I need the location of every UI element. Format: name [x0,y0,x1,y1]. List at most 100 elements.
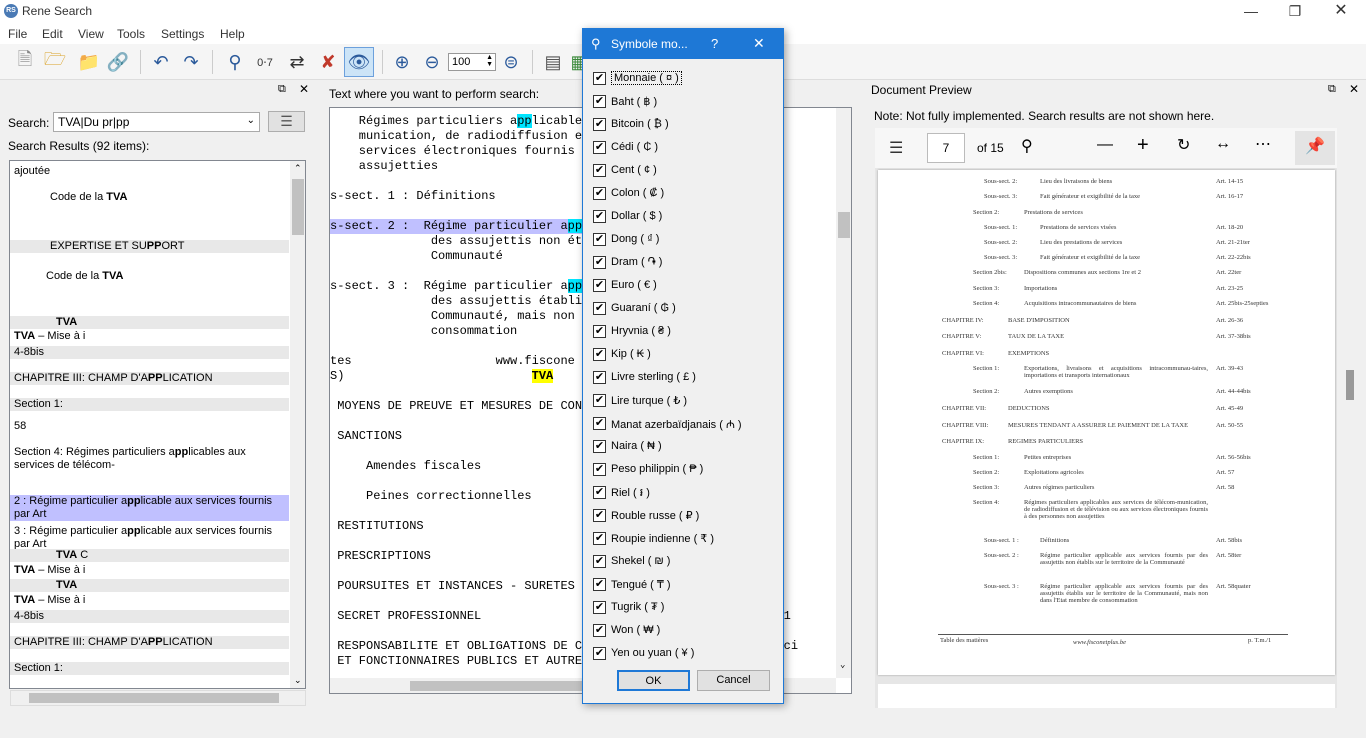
close-window-icon[interactable]: ✕ [1318,0,1364,24]
result-item[interactable]: TVA – Mise à i [10,594,289,607]
link-icon[interactable]: 🔗 [105,49,131,75]
result-item[interactable]: 4-8bis [10,610,289,623]
menu-tools[interactable]: Tools [117,27,145,41]
zoom-out-icon[interactable]: ⊖ [419,49,445,75]
check-icon[interactable]: ✔ [593,95,606,108]
wrap-icon[interactable]: ⇄ [284,49,310,75]
text-scrollbar[interactable]: ⌄ [836,108,851,678]
redo-icon[interactable]: ↷ [178,49,204,75]
check-icon[interactable]: ✔ [593,187,606,200]
close-pane-icon[interactable]: ✕ [1349,82,1359,96]
currency-checkbox[interactable]: ✔ Monnaie ( ¤ ) [593,70,783,88]
zoom-in-icon[interactable]: + [1137,134,1149,157]
result-item[interactable]: TVA [10,579,289,592]
new-file-icon[interactable]: 🗎 [12,49,38,75]
check-icon[interactable]: ✔ [593,440,606,453]
currency-checkbox[interactable]: ✔ Colon ( ₡ ) [593,185,783,203]
cancel-button[interactable]: Cancel [697,670,770,691]
check-icon[interactable]: ✔ [593,624,606,637]
currency-checkbox[interactable]: ✔ Tengué ( ₸ ) [593,576,783,594]
result-item[interactable]: Section 1: [10,662,289,675]
find-icon[interactable]: ⚲ [222,49,248,75]
close-pane-icon[interactable]: ✕ [299,82,309,96]
spinner-icon[interactable]: ▲ ▼ [486,54,493,68]
currency-checkbox[interactable]: ✔ Won ( ₩ ) [593,622,783,640]
search-options-button[interactable]: ☰ [268,111,305,132]
currency-checkbox[interactable]: ✔ Naira ( ₦ ) [593,438,783,456]
result-item[interactable]: TVA – Mise à i [10,330,289,343]
check-icon[interactable]: ✔ [593,578,606,591]
menu-help[interactable]: Help [220,27,245,41]
zoom-out-icon[interactable]: — [1097,136,1113,154]
check-icon[interactable]: ✔ [593,555,606,568]
search-input[interactable]: TVA|Du pr|pp ⌄ [53,112,260,132]
close-icon[interactable]: ✕ [753,35,765,52]
scroll-thumb[interactable] [838,212,850,238]
result-item[interactable]: EXPERTISE ET SUPPORT [10,240,289,253]
currency-checkbox[interactable]: ✔ Dong ( ₫ ) [593,231,783,249]
check-icon[interactable]: ✔ [593,509,606,522]
menu-settings[interactable]: Settings [161,27,204,41]
scroll-down-icon[interactable]: ⌄ [840,660,845,670]
check-icon[interactable]: ✔ [593,279,606,292]
currency-checkbox[interactable]: ✔ Hryvnia ( ₴ ) [593,323,783,341]
restore-icon[interactable]: ❐ [1272,0,1318,24]
result-item[interactable]: 4-8bis [10,346,289,359]
currency-checkbox[interactable]: ✔ Bitcoin ( ₿ ) [593,116,783,134]
float-pane-icon[interactable]: ⧉ [1328,83,1336,96]
fit-width-icon[interactable]: ↔ [1215,135,1231,153]
preview-toggle-icon[interactable]: 👁 [344,47,374,77]
scroll-down-icon[interactable]: ⌄ [294,675,302,686]
scroll-up-icon[interactable]: ⌃ [294,163,302,174]
clear-icon[interactable]: ✘ [315,49,341,75]
currency-checkbox[interactable]: ✔ Baht ( ฿ ) [593,93,783,111]
menu-file[interactable]: File [8,27,27,41]
check-icon[interactable]: ✔ [593,371,606,384]
check-icon[interactable]: ✔ [593,601,606,614]
currency-checkbox[interactable]: ✔ Roupie indienne ( ₹ ) [593,530,783,548]
check-icon[interactable]: ✔ [593,164,606,177]
check-icon[interactable]: ✔ [593,532,606,545]
result-item[interactable]: Section 1: [10,398,289,411]
check-icon[interactable]: ✔ [593,302,606,315]
currency-checkbox[interactable]: ✔ Tugrik ( ₮ ) [593,599,783,617]
check-icon[interactable]: ✔ [593,118,606,131]
zoom-in-icon[interactable]: ⊕ [389,49,415,75]
result-item[interactable]: 3 : Régime particulier applicable aux se… [10,525,289,551]
preview-scrollbar[interactable] [1344,240,1354,400]
pin-icon[interactable]: 📌 [1295,131,1335,165]
currency-checkbox[interactable]: ✔ Livre sterling ( £ ) [593,369,783,387]
check-icon[interactable]: ✔ [593,417,606,430]
currency-checkbox[interactable]: ✔ Euro ( € ) [593,277,783,295]
result-item[interactable]: 2 : Régime particulier applicable aux se… [10,495,289,521]
open-folder-icon[interactable]: 🗁 [42,49,68,75]
result-item[interactable]: TVA [10,316,289,329]
result-item[interactable]: TVA C [10,549,289,562]
currency-checkbox[interactable]: ✔ Cent ( ¢ ) [593,162,783,180]
result-item[interactable]: CHAPITRE III: CHAMP D'APPLICATION [10,372,289,385]
zoom-reset-icon[interactable]: ⊜ [498,49,524,75]
currency-checkbox[interactable]: ✔ Cédi ( ₵ ) [593,139,783,157]
result-item[interactable]: ajoutée [10,165,289,178]
check-icon[interactable]: ✔ [593,141,606,154]
folder-tree-icon[interactable]: 📁 [76,49,102,75]
check-icon[interactable]: ✔ [593,394,606,407]
toc-list-icon[interactable]: ☰ [889,138,903,158]
currency-checkbox[interactable]: ✔ Guaraní ( ₲ ) [593,300,783,318]
currency-checkbox[interactable]: ✔ Dram ( ֏ ) [593,254,783,272]
scroll-thumb[interactable] [292,179,304,235]
result-item[interactable]: TVA – Mise à i [10,564,289,577]
check-icon[interactable]: ✔ [593,647,606,660]
check-icon[interactable]: ✔ [593,256,606,269]
page-number-input[interactable]: 7 [927,133,965,163]
result-item[interactable]: Code de la TVA [10,270,289,283]
scroll-thumb[interactable] [410,681,590,691]
chevron-down-icon[interactable]: ⌄ [247,115,255,126]
results-h-scrollbar[interactable] [10,690,306,706]
menu-edit[interactable]: Edit [42,27,63,41]
scroll-thumb[interactable] [1346,370,1354,400]
check-icon[interactable]: ✔ [593,325,606,338]
currency-checkbox[interactable]: ✔ Yen ou yuan ( ¥ ) [593,645,783,663]
currency-checkbox[interactable]: ✔ Lire turque ( ₺ ) [593,392,783,410]
check-icon[interactable]: ✔ [593,348,606,361]
